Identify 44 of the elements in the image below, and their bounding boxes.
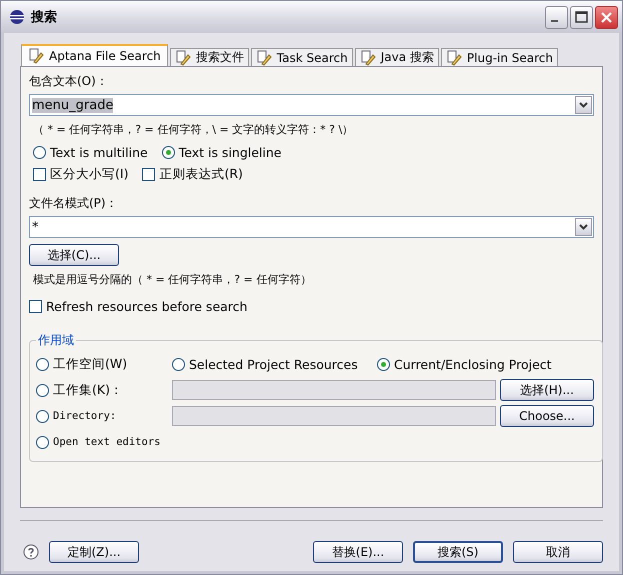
- field-label: 文件名模式(P)：: [29, 195, 118, 212]
- hint-text: 模式是用逗号分隔的（ * = 任何字符串，? = 任何字符）: [33, 272, 312, 287]
- document-pen-icon: [446, 50, 462, 66]
- hint-text: （ * = 任何字符串，? = 任何字符，\ = 文字的转义字符：* ? \）: [33, 122, 354, 137]
- checkbox-option[interactable]: 区分大小写(I): [33, 166, 128, 183]
- dropdown-icon: [575, 218, 592, 236]
- tab[interactable]: Task Search: [250, 48, 353, 66]
- group-title: 作用域: [37, 332, 75, 349]
- choose-button[interactable]: Choose...: [500, 405, 594, 427]
- document-pen-icon: [360, 50, 376, 66]
- radio-option[interactable]: Text is multiline: [33, 145, 148, 160]
- radio-option[interactable]: Selected Project Resources: [172, 356, 377, 372]
- minimize-icon: [551, 20, 558, 22]
- tab[interactable]: 搜索文件: [170, 48, 249, 66]
- minimize-button[interactable]: [545, 6, 568, 28]
- tab[interactable]: Plug-in Search: [440, 48, 558, 66]
- tab[interactable]: Aptana File Search: [21, 44, 168, 66]
- dialog-button[interactable]: 搜索(S): [413, 541, 503, 563]
- field-label: 包含文本(O)：: [29, 73, 108, 90]
- tab[interactable]: Java 搜索: [354, 48, 439, 66]
- radio-option[interactable]: Current/Enclosing Project: [377, 356, 552, 372]
- search-text-combo[interactable]: menu_grade: [29, 94, 594, 116]
- file-pattern-combo[interactable]: *: [29, 216, 594, 238]
- dialog-button[interactable]: 取消: [513, 541, 603, 563]
- radio-option[interactable]: Text is singleline: [162, 145, 282, 160]
- dialog-button[interactable]: 替换(E)...: [313, 541, 403, 563]
- radio-option[interactable]: Directory:: [36, 410, 172, 422]
- help-icon[interactable]: [23, 544, 39, 560]
- radio-option[interactable]: 工作集(K)：: [36, 382, 172, 398]
- customize-button[interactable]: 定制(Z)...: [49, 541, 139, 563]
- radio-option[interactable]: 工作空间(W): [36, 356, 172, 372]
- close-button[interactable]: [595, 6, 618, 28]
- globe-icon: [9, 9, 25, 25]
- radio-option[interactable]: Open text editors: [36, 436, 172, 448]
- document-pen-icon: [174, 50, 191, 66]
- dropdown-icon: [575, 96, 592, 114]
- document-pen-icon: [256, 50, 272, 66]
- maximize-button[interactable]: [570, 6, 593, 28]
- checkbox-option[interactable]: 正则表达式(R): [142, 166, 243, 183]
- choose-button[interactable]: 选择(C)...: [29, 244, 119, 266]
- checkbox-option[interactable]: Refresh resources before search: [29, 299, 248, 314]
- window-title: 搜索: [31, 8, 58, 26]
- choose-button[interactable]: 选择(H)...: [500, 379, 594, 401]
- document-pen-icon: [28, 48, 44, 64]
